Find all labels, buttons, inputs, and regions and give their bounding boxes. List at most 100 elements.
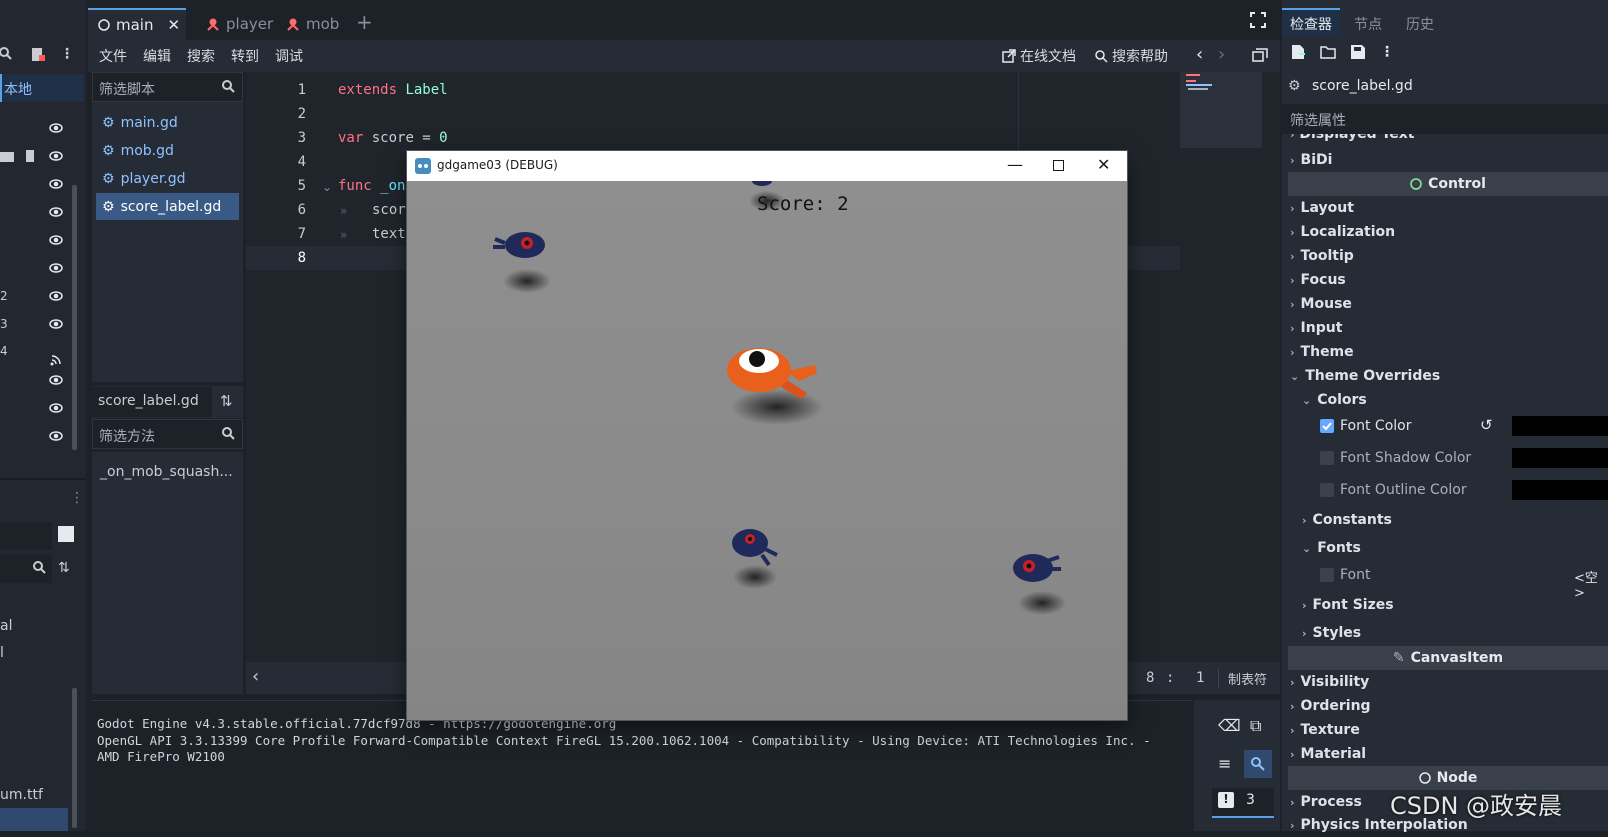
inspector-toolbar: ⋮ <box>1290 44 1394 60</box>
menu-edit[interactable]: 编辑 <box>143 46 171 66</box>
tab-main[interactable]: main ✕ <box>88 8 186 40</box>
filter-toggle[interactable] <box>1244 750 1272 778</box>
property-font[interactable]: Font <box>1320 562 1580 588</box>
fullscreen-icon[interactable] <box>1250 12 1266 28</box>
sort-icon[interactable]: ⇅ <box>220 392 233 410</box>
search-icon[interactable] <box>32 560 46 576</box>
inspector-group-localization[interactable]: › Localization <box>1290 220 1608 244</box>
filesystem-path-field[interactable] <box>0 522 52 550</box>
tab-node[interactable]: 节点 <box>1354 14 1382 34</box>
output-line: AMD FirePro W2100 <box>97 749 225 764</box>
copy-icon[interactable]: ⧉ <box>1250 716 1261 736</box>
new-resource-icon[interactable] <box>1290 44 1306 60</box>
collapse-icon[interactable]: ≡ <box>1218 754 1231 773</box>
inspector-group-displayed-text[interactable]: › Displayed Text <box>1290 134 1414 142</box>
close-icon[interactable]: ✕ <box>1097 155 1110 174</box>
error-count-toggle[interactable]: ! 3 <box>1212 788 1274 818</box>
online-docs-button[interactable]: 在线文档 <box>1002 46 1076 66</box>
make-floating-icon[interactable] <box>1252 48 1268 62</box>
group-label: Input <box>1300 320 1343 336</box>
font-shadow-color-swatch[interactable] <box>1512 448 1608 468</box>
more-icon[interactable]: ⋮ <box>60 46 74 62</box>
script-item-main[interactable]: ⚙ main.gd <box>96 109 239 136</box>
inspector-subgroup-font-sizes[interactable]: › Font Sizes <box>1302 593 1608 617</box>
history-forward-icon[interactable]: › <box>1218 44 1225 65</box>
inspector-subgroup-fonts[interactable]: ⌄ Fonts <box>1302 536 1608 560</box>
inspector-group-focus[interactable]: › Focus <box>1290 268 1608 292</box>
node-icon <box>1418 772 1431 784</box>
inspector-subgroup-constants[interactable]: › Constants <box>1302 508 1608 532</box>
fold-arrow-icon[interactable]: ⌄ <box>322 180 332 194</box>
more-icon[interactable]: ⋮ <box>1380 44 1394 60</box>
inspector-group-layout[interactable]: › Layout <box>1290 196 1608 220</box>
tree-scrollbar[interactable] <box>72 185 77 450</box>
toggle-scripts-panel-icon[interactable]: ‹ <box>252 666 259 687</box>
filesystem-scrollbar[interactable] <box>72 688 77 828</box>
search-icon[interactable] <box>0 46 14 62</box>
inspector-group-input[interactable]: › Input <box>1290 316 1608 340</box>
save-icon[interactable] <box>1350 44 1366 60</box>
add-tab-icon[interactable]: + <box>356 10 373 34</box>
game-viewport[interactable]: Score: 2 <box>407 181 1127 720</box>
inspector-group-texture[interactable]: › Texture <box>1290 718 1608 742</box>
inspector-group-mouse[interactable]: › Mouse <box>1290 292 1608 316</box>
override-checkbox[interactable] <box>1320 568 1334 582</box>
override-checkbox[interactable] <box>1320 451 1334 465</box>
menu-file[interactable]: 文件 <box>99 46 127 66</box>
clear-output-icon[interactable]: ⌫ <box>1218 716 1241 735</box>
sort-icon[interactable]: ⇅ <box>58 560 70 576</box>
filter-properties-input[interactable]: 筛选属性 <box>1282 104 1608 134</box>
game-window-titlebar[interactable]: gdgame03 (DEBUG) — ✕ <box>407 151 1127 181</box>
inspector-subgroup-colors[interactable]: ⌄ Colors <box>1302 388 1608 412</box>
inspector-subgroup-styles[interactable]: › Styles <box>1302 621 1608 645</box>
tab-inspector[interactable]: 检查器 <box>1282 8 1340 36</box>
history-back-icon[interactable]: ‹ <box>1196 44 1203 65</box>
property-label: Font Outline Color <box>1340 482 1467 498</box>
inspector-group-material[interactable]: › Material <box>1290 742 1608 766</box>
open-folder-icon[interactable] <box>1320 44 1336 60</box>
mob-sprite <box>1013 554 1066 615</box>
maximize-icon[interactable] <box>1053 160 1064 171</box>
revert-icon[interactable]: ↺ <box>1480 416 1493 434</box>
script-attach-icon[interactable] <box>30 47 46 63</box>
script-item-mob[interactable]: ⚙ mob.gd <box>96 137 239 164</box>
resource-path-bar[interactable]: ⚙ score_label.gd <box>1282 72 1608 102</box>
menu-search[interactable]: 搜索 <box>187 46 215 66</box>
filter-scripts-input[interactable]: 筛选脚本 <box>92 72 243 102</box>
inspector-group-tooltip[interactable]: › Tooltip <box>1290 244 1608 268</box>
output-line: OpenGL API 3.3.13399 Core Profile Forwar… <box>97 733 1151 748</box>
menu-goto[interactable]: 转到 <box>231 46 259 66</box>
font-color-swatch[interactable] <box>1512 416 1608 436</box>
inspector-group-bidi[interactable]: › BiDi <box>1290 148 1608 172</box>
script-item-score-label[interactable]: ⚙ score_label.gd <box>96 193 239 220</box>
minimize-icon[interactable]: — <box>1007 155 1023 174</box>
method-item[interactable]: _on_mob_squash... <box>100 464 233 480</box>
search-icon <box>221 426 235 440</box>
local-tab[interactable]: 本地 <box>0 74 84 102</box>
inspector-group-theme-overrides[interactable]: ⌄ Theme Overrides <box>1290 364 1608 388</box>
code-line-5: func _on <box>338 178 405 194</box>
file-selected-row[interactable] <box>0 808 68 831</box>
tab-history[interactable]: 历史 <box>1406 14 1434 34</box>
script-item-player[interactable]: ⚙ player.gd <box>96 165 239 192</box>
close-icon[interactable]: ✕ <box>167 16 180 34</box>
override-checkbox[interactable] <box>1320 483 1334 497</box>
menu-debug[interactable]: 调试 <box>275 46 303 66</box>
game-window-title: gdgame03 (DEBUG) <box>437 158 558 172</box>
view-mode-icon[interactable] <box>58 526 74 542</box>
line-number: 7 <box>297 226 306 242</box>
inspector-group-ordering[interactable]: › Ordering <box>1290 694 1608 718</box>
inspector-group-visibility[interactable]: › Visibility <box>1290 670 1608 694</box>
font-outline-color-swatch[interactable] <box>1512 480 1608 500</box>
filter-methods-input[interactable]: 筛选方法 <box>92 419 243 449</box>
code-text: text <box>372 226 406 242</box>
dock-grip-icon[interactable]: ⋮ <box>70 490 84 506</box>
code-minimap[interactable] <box>1180 72 1262 148</box>
tab-mob[interactable]: mob <box>276 8 349 40</box>
override-checkbox[interactable] <box>1320 419 1334 433</box>
indent-mode[interactable]: 制表符 <box>1228 669 1267 688</box>
visibility-icons-column <box>48 120 64 470</box>
inspector-group-theme[interactable]: › Theme <box>1290 340 1608 364</box>
tab-player[interactable]: player <box>196 8 283 40</box>
search-help-button[interactable]: 搜索帮助 <box>1094 46 1168 66</box>
